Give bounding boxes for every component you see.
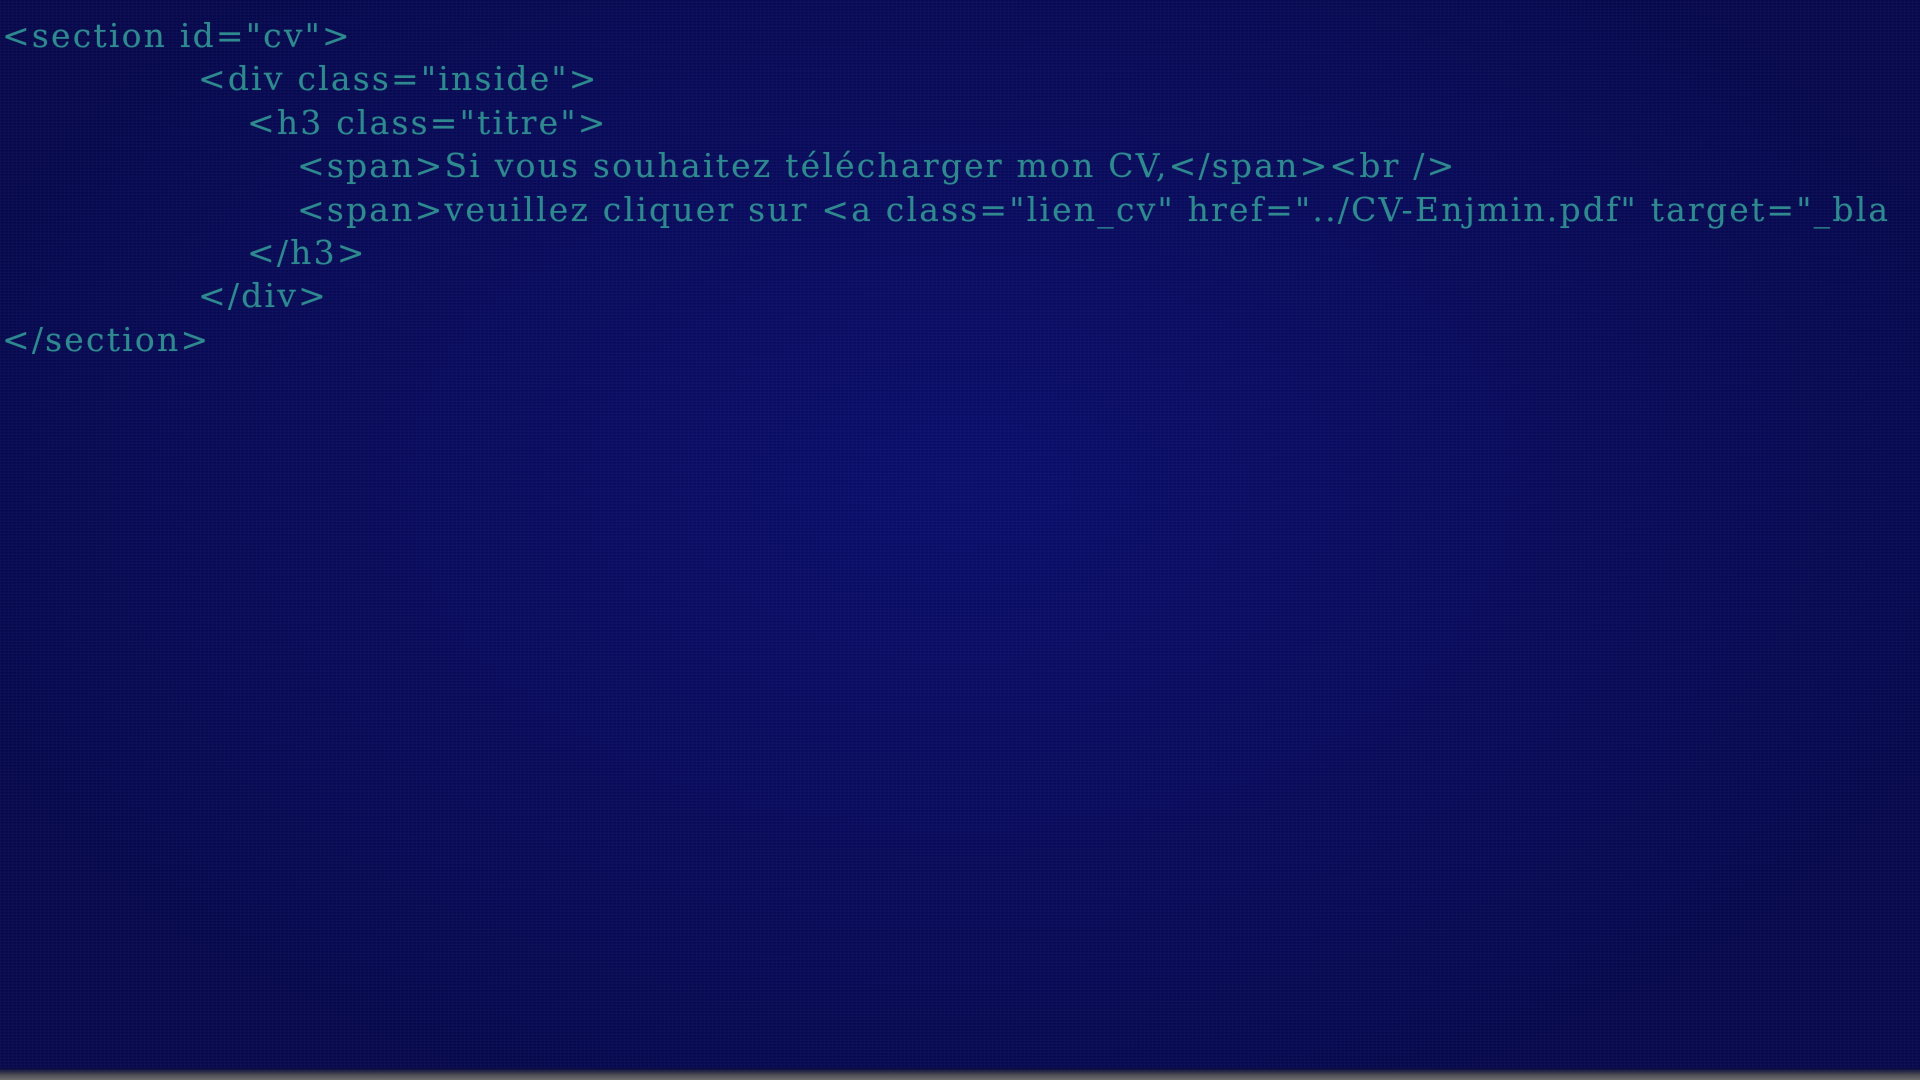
bottom-edge-bar xyxy=(0,1068,1920,1080)
code-block: <section id="cv"> <div class="inside"> <… xyxy=(2,14,1890,361)
code-line-section-open: <section id="cv"> xyxy=(2,16,352,55)
code-line-div-open: <div class="inside"> xyxy=(198,59,599,99)
code-line-div-close: </div> xyxy=(198,276,328,316)
code-screen: <section id="cv"> <div class="inside"> <… xyxy=(0,0,1920,1080)
code-line-h3-close: </h3> xyxy=(247,232,367,272)
code-line-h3-open: <h3 class="titre"> xyxy=(247,102,608,142)
code-line-span-1: <span>Si vous souhaitez télécharger mon … xyxy=(297,146,1457,186)
code-line-section-close: </section> xyxy=(2,319,211,359)
code-line-span-2: <span>veuillez cliquer sur <a class="lie… xyxy=(297,189,1891,229)
